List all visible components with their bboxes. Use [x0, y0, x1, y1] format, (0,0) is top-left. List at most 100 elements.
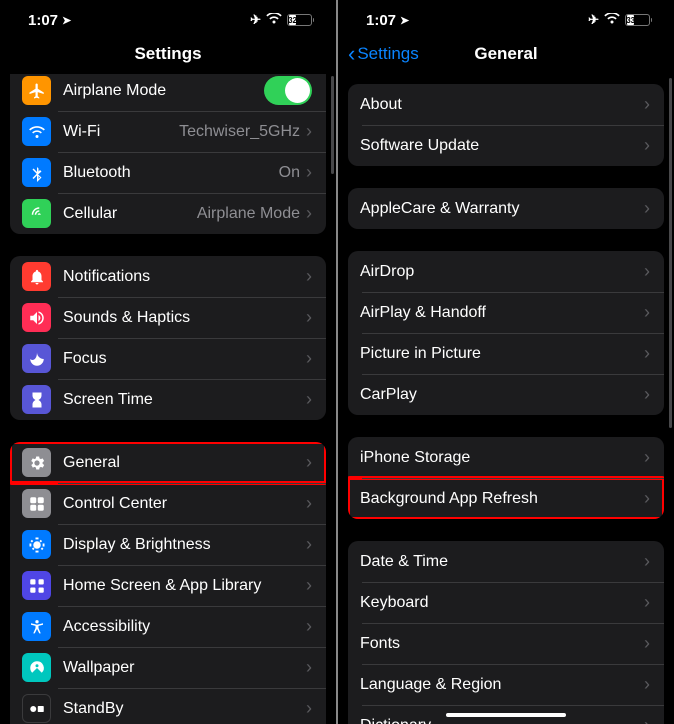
- row-label: Sounds & Haptics: [63, 309, 306, 327]
- row-label: Language & Region: [360, 676, 644, 694]
- row-label: Screen Time: [63, 391, 306, 409]
- bluetooth-icon: [22, 158, 51, 187]
- row-screen-time[interactable]: Screen Time ›: [10, 379, 326, 420]
- row-label: Airplane Mode: [63, 82, 264, 100]
- chevron-icon: ›: [306, 534, 312, 555]
- chevron-icon: ›: [644, 592, 650, 613]
- back-button[interactable]: ‹ Settings: [348, 43, 419, 65]
- row-label: Keyboard: [360, 594, 644, 612]
- chevron-icon: ›: [644, 633, 650, 654]
- general-list[interactable]: About› Software Update› AppleCare & Warr…: [338, 74, 674, 724]
- sounds-icon: [22, 303, 51, 332]
- page-title: Settings: [134, 44, 201, 64]
- row-focus[interactable]: Focus ›: [10, 338, 326, 379]
- row-carplay[interactable]: CarPlay›: [348, 374, 664, 415]
- wallpaper-icon: [22, 653, 51, 682]
- chevron-icon: ›: [306, 162, 312, 183]
- battery-icon: 33: [625, 14, 652, 26]
- chevron-icon: ›: [644, 261, 650, 282]
- row-applecare[interactable]: AppleCare & Warranty›: [348, 188, 664, 229]
- page-title: General: [474, 44, 537, 64]
- wifi-status-icon: [266, 12, 282, 29]
- row-label: iPhone Storage: [360, 449, 644, 467]
- row-standby[interactable]: StandBy ›: [10, 688, 326, 724]
- row-label: Display & Brightness: [63, 536, 306, 554]
- chevron-icon: ›: [644, 135, 650, 156]
- row-cellular[interactable]: Cellular Airplane Mode ›: [10, 193, 326, 234]
- row-date-time[interactable]: Date & Time›: [348, 541, 664, 582]
- chevron-icon: ›: [306, 493, 312, 514]
- row-label: Background App Refresh: [360, 490, 644, 508]
- chevron-icon: ›: [306, 348, 312, 369]
- row-about[interactable]: About›: [348, 84, 664, 125]
- group-general: General › Control Center › Display & Bri…: [10, 442, 326, 724]
- row-general[interactable]: General ›: [10, 442, 326, 483]
- row-keyboard[interactable]: Keyboard›: [348, 582, 664, 623]
- row-label: Notifications: [63, 268, 306, 286]
- row-display[interactable]: Display & Brightness ›: [10, 524, 326, 565]
- chevron-icon: ›: [306, 575, 312, 596]
- chevron-icon: ›: [644, 551, 650, 572]
- chevron-icon: ›: [644, 94, 650, 115]
- airplane-toggle[interactable]: [264, 76, 312, 105]
- group-about: About› Software Update›: [348, 84, 664, 166]
- row-sounds[interactable]: Sounds & Haptics ›: [10, 297, 326, 338]
- chevron-icon: ›: [306, 203, 312, 224]
- group-storage: iPhone Storage› Background App Refresh›: [348, 437, 664, 519]
- row-control-center[interactable]: Control Center ›: [10, 483, 326, 524]
- row-software-update[interactable]: Software Update›: [348, 125, 664, 166]
- location-icon: ➤: [400, 14, 409, 27]
- row-bluetooth[interactable]: Bluetooth On ›: [10, 152, 326, 193]
- airplane-status-icon: ✈︎: [250, 12, 261, 28]
- row-label: CarPlay: [360, 386, 644, 404]
- group-applecare: AppleCare & Warranty›: [348, 188, 664, 229]
- row-label: Control Center: [63, 495, 306, 513]
- chevron-icon: ›: [306, 616, 312, 637]
- chevron-icon: ›: [306, 389, 312, 410]
- group-notifications: Notifications › Sounds & Haptics › Focus…: [10, 256, 326, 420]
- row-label: About: [360, 96, 644, 114]
- row-language[interactable]: Language & Region›: [348, 664, 664, 705]
- chevron-left-icon: ‹: [348, 43, 355, 65]
- row-label: Picture in Picture: [360, 345, 644, 363]
- chevron-icon: ›: [306, 452, 312, 473]
- general-screen-right: 1:07 ➤ ✈︎ 33 ‹ Settings General About› S…: [338, 0, 674, 724]
- row-label: Dictionary: [360, 717, 644, 724]
- row-airplane-mode[interactable]: Airplane Mode: [10, 74, 326, 111]
- row-fonts[interactable]: Fonts›: [348, 623, 664, 664]
- notifications-icon: [22, 262, 51, 291]
- row-airdrop[interactable]: AirDrop›: [348, 251, 664, 292]
- screentime-icon: [22, 385, 51, 414]
- row-wallpaper[interactable]: Wallpaper ›: [10, 647, 326, 688]
- row-background-app-refresh[interactable]: Background App Refresh›: [348, 478, 664, 519]
- scroll-indicator[interactable]: [331, 76, 334, 174]
- row-airplay[interactable]: AirPlay & Handoff›: [348, 292, 664, 333]
- airplane-icon: [22, 76, 51, 105]
- row-label: Bluetooth: [63, 164, 279, 182]
- settings-list[interactable]: Airplane Mode Wi-Fi Techwiser_5GHz › Blu…: [0, 74, 336, 724]
- row-home-screen[interactable]: Home Screen & App Library ›: [10, 565, 326, 606]
- row-accessibility[interactable]: Accessibility ›: [10, 606, 326, 647]
- group-connectivity: Airplane Mode Wi-Fi Techwiser_5GHz › Blu…: [10, 74, 326, 234]
- scroll-indicator[interactable]: [669, 78, 672, 428]
- status-bar: 1:07 ➤ ✈︎ 33: [338, 0, 674, 36]
- chevron-icon: ›: [644, 384, 650, 405]
- nav-bar: Settings: [0, 36, 336, 72]
- chevron-icon: ›: [306, 307, 312, 328]
- row-label: AirDrop: [360, 263, 644, 281]
- chevron-icon: ›: [306, 121, 312, 142]
- row-pip[interactable]: Picture in Picture›: [348, 333, 664, 374]
- chevron-icon: ›: [306, 266, 312, 287]
- controlcenter-icon: [22, 489, 51, 518]
- row-label: Home Screen & App Library: [63, 577, 306, 595]
- home-indicator[interactable]: [446, 713, 566, 717]
- display-icon: [22, 530, 51, 559]
- row-storage[interactable]: iPhone Storage›: [348, 437, 664, 478]
- back-label: Settings: [357, 44, 418, 64]
- row-wifi[interactable]: Wi-Fi Techwiser_5GHz ›: [10, 111, 326, 152]
- location-icon: ➤: [62, 14, 71, 27]
- row-notifications[interactable]: Notifications ›: [10, 256, 326, 297]
- settings-screen-left: 1:07 ➤ ✈︎ 32 Settings Airplane Mode Wi-F…: [0, 0, 336, 724]
- row-label: Wi-Fi: [63, 123, 179, 141]
- row-label: AirPlay & Handoff: [360, 304, 644, 322]
